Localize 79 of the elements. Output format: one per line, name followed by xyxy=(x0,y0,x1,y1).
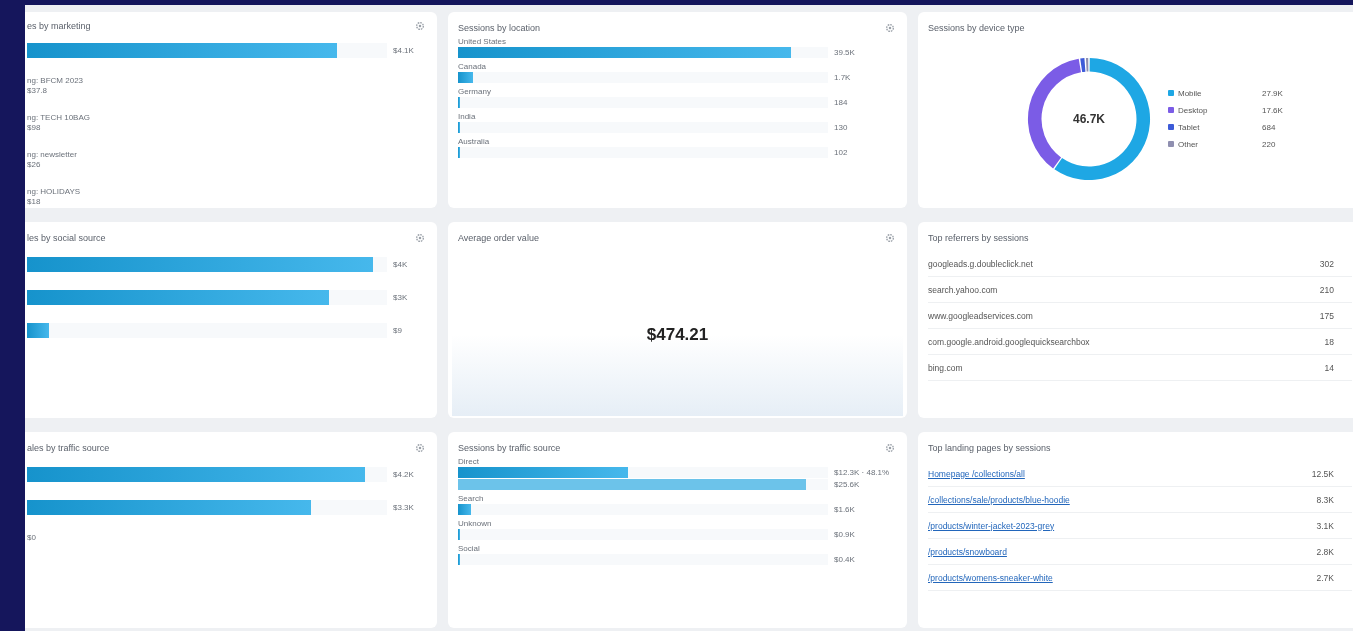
table-cell: 2.7K xyxy=(1316,572,1334,583)
bar-value: $37.8 xyxy=(27,86,48,95)
bar-value: 184 xyxy=(834,98,848,107)
bar-value: $0 xyxy=(27,533,36,542)
page-link[interactable]: /collections/sale/products/blue-hoodie xyxy=(928,494,1070,505)
table-cell: www.googleadservices.com xyxy=(928,310,1033,321)
bar-value: $18 xyxy=(27,197,41,206)
bar-label: Search xyxy=(458,494,485,503)
table-cell: 3.1K xyxy=(1316,520,1334,531)
table-cell: 210 xyxy=(1319,284,1334,295)
bar-value: 39.5K xyxy=(834,48,855,57)
bar-value: $3.3K xyxy=(393,503,414,512)
settings-icon[interactable] xyxy=(885,233,895,243)
card-title: Top landing pages by sessions xyxy=(928,443,1051,453)
bar-value: $26 xyxy=(27,160,41,169)
card-title: Sessions by traffic source xyxy=(458,443,561,453)
table-cell: 18 xyxy=(1324,336,1334,347)
table-cell: bing.com xyxy=(928,362,963,373)
bar-label: Unknown xyxy=(458,519,493,528)
bar-value: $0.9K xyxy=(834,530,855,539)
bar-label: ng: BFCM 2023 xyxy=(27,76,85,85)
settings-icon[interactable] xyxy=(885,443,895,453)
bar-value: $9 xyxy=(393,326,402,335)
settings-icon[interactable] xyxy=(885,23,895,33)
bar-label: Germany xyxy=(458,87,492,96)
table-cell: 8.3K xyxy=(1316,494,1334,505)
metric-value: $474.21 xyxy=(646,324,709,345)
legend-value: 220 xyxy=(1262,139,1276,149)
table-cell: com.google.android.googlequicksearchbox xyxy=(928,336,1090,347)
bar-value: 1.7K xyxy=(834,73,851,82)
card-title: Sessions by device type xyxy=(928,23,1025,33)
bar-value: $98 xyxy=(27,123,41,132)
bar-label: ng: TECH 10BAG xyxy=(27,113,91,122)
bar-label: United States xyxy=(458,37,508,46)
legend-label: Mobile xyxy=(1178,88,1203,98)
legend-value: 684 xyxy=(1262,122,1276,132)
bar-label: Australia xyxy=(458,137,491,146)
table-cell: 14 xyxy=(1324,362,1334,373)
bar-value: $12.3K · 48.1% xyxy=(834,468,890,477)
bar-value: $3K xyxy=(393,293,408,302)
settings-icon[interactable] xyxy=(415,443,425,453)
table-cell: 175 xyxy=(1319,310,1334,321)
bar-label: Social xyxy=(458,544,481,553)
legend-label: Other xyxy=(1178,139,1199,149)
page-link[interactable]: Homepage /collections/all xyxy=(928,468,1025,479)
bar-label: ng: HOLIDAYS xyxy=(27,187,82,196)
bar-value: 130 xyxy=(834,123,848,132)
page-link[interactable]: /products/snowboard xyxy=(928,546,1007,557)
page-link[interactable]: /products/winter-jacket-2023-grey xyxy=(928,520,1055,531)
card-title: les by social source xyxy=(27,233,106,243)
settings-icon[interactable] xyxy=(415,233,425,243)
card-title: Average order value xyxy=(458,233,539,243)
bar-value: $4.1K xyxy=(393,46,414,55)
bar-value: $4K xyxy=(393,260,408,269)
donut-total: 46.7K xyxy=(1073,111,1105,126)
card-title: es by marketing xyxy=(27,21,91,31)
bar-value: $4.2K xyxy=(393,470,414,479)
bar-value: $0.4K xyxy=(834,555,855,564)
card-title: Top referrers by sessions xyxy=(928,233,1029,243)
table-cell: 2.8K xyxy=(1316,546,1334,557)
bar-value: $1.6K xyxy=(834,505,855,514)
bar-label: India xyxy=(458,112,477,121)
table-cell: 12.5K xyxy=(1311,468,1334,479)
card-title: Sessions by location xyxy=(458,23,541,33)
page-link[interactable]: /products/womens-sneaker-white xyxy=(928,572,1053,583)
table-cell: 302 xyxy=(1319,258,1334,269)
bar-label: ng: newsletter xyxy=(27,150,78,159)
bar-label: Direct xyxy=(458,457,480,466)
bar-label: Canada xyxy=(458,62,488,71)
table-cell: googleads.g.doubleclick.net xyxy=(928,258,1033,269)
legend-value: 27.9K xyxy=(1262,88,1283,98)
table-cell: search.yahoo.com xyxy=(928,284,998,295)
bar-value: 102 xyxy=(834,148,848,157)
bar-value: $25.6K xyxy=(834,480,860,489)
legend-label: Desktop xyxy=(1178,105,1209,115)
legend-value: 17.6K xyxy=(1262,105,1283,115)
settings-icon[interactable] xyxy=(415,21,425,31)
legend-label: Tablet xyxy=(1178,122,1201,132)
card-title: ales by traffic source xyxy=(27,443,110,453)
